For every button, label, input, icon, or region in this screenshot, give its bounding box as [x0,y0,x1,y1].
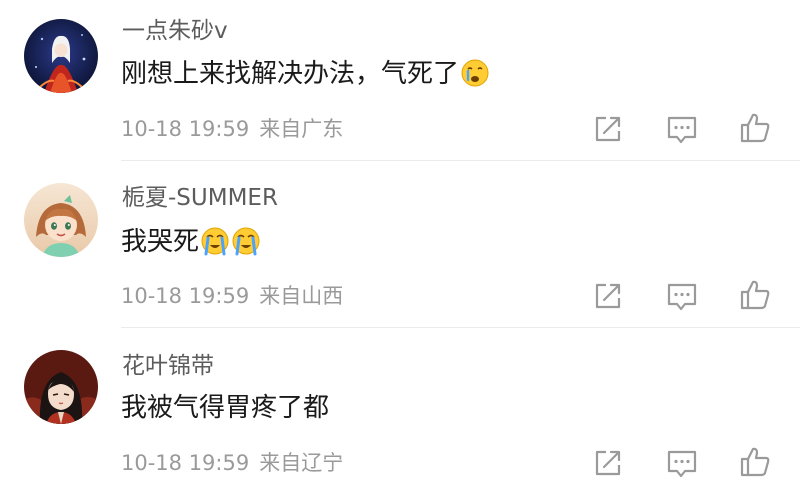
share-icon [595,116,621,142]
comment-text: 刚想上来找解决办法，气死了 [121,57,490,91]
like-icon [740,280,770,310]
avatar[interactable] [24,19,98,93]
avatar[interactable] [24,350,98,424]
reply-icon [667,116,697,144]
username[interactable]: 花叶锦带 [122,351,214,381]
username[interactable]: 栀夏-SUMMER [122,183,278,213]
reply-button[interactable] [665,112,699,146]
comment-time: 10-18 19:59 [121,451,250,475]
avatar[interactable] [24,183,98,257]
comment-time: 10-18 19:59 [121,284,250,308]
like-button[interactable] [738,445,772,479]
like-icon [740,447,770,477]
share-icon [595,450,621,476]
reply-button[interactable] [665,279,699,313]
like-button[interactable] [738,111,772,145]
comment-location: 来自辽宁 [259,451,344,475]
comment-location: 来自山西 [259,284,344,308]
crying-face-icon [461,59,489,87]
like-button[interactable] [738,278,772,312]
comment-item: 一点朱砂v 刚想上来找解决办法，气死了 10-18 19:59 来自广东 [0,0,800,161]
username[interactable]: 一点朱砂v [122,16,228,46]
comment-meta: 10-18 19:59 来自山西 [121,282,343,310]
comment-meta: 10-18 19:59 来自广东 [121,115,343,143]
share-button[interactable] [591,112,625,146]
comment-item: 栀夏-SUMMER 我哭死 10-18 19:59 来自山西 [0,161,800,328]
comment-item: 花叶锦带 我被气得胃疼了都 10-18 19:59 来自辽宁 [0,328,800,478]
reply-button[interactable] [665,446,699,480]
comment-text: 我哭死 [121,225,261,259]
loudly-crying-face-icon [232,227,260,256]
share-icon [595,283,621,309]
comment-text-body: 我哭死 [121,227,200,257]
comment-text: 我被气得胃疼了都 [121,391,329,425]
share-button[interactable] [591,279,625,313]
reply-icon [667,450,697,478]
share-button[interactable] [591,446,625,480]
comment-time: 10-18 19:59 [121,117,250,141]
comment-meta: 10-18 19:59 来自辽宁 [121,449,343,477]
like-icon [740,113,770,143]
reply-icon [667,283,697,311]
comment-location: 来自广东 [259,117,344,141]
comment-text-body: 刚想上来找解决办法，气死了 [121,59,460,89]
loudly-crying-face-icon [201,227,229,256]
comment-text-body: 我被气得胃疼了都 [121,393,330,423]
